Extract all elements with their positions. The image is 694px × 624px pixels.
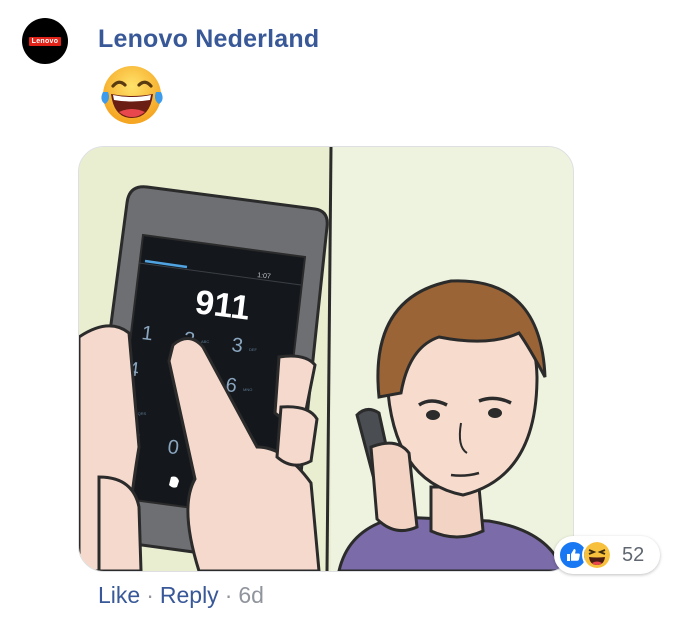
dial-display: 911 — [193, 283, 252, 327]
reactions-summary[interactable]: 52 — [554, 536, 660, 574]
like-link[interactable]: Like — [98, 582, 140, 608]
haha-icon — [582, 540, 612, 570]
laughing-tears-emoji — [101, 66, 163, 124]
reaction-count: 52 — [622, 544, 645, 566]
author-name[interactable]: Lenovo Nederland — [98, 25, 319, 54]
author-avatar[interactable]: Lenovo — [22, 18, 68, 64]
lenovo-logo: Lenovo — [28, 36, 62, 46]
hand-illustration — [79, 324, 321, 571]
comment-timestamp[interactable]: 6d — [238, 582, 264, 608]
separator: · — [146, 582, 154, 608]
key-sub-abc: ABC — [201, 339, 209, 344]
key-sub-mno: MNO — [243, 387, 252, 392]
key-sub-def: DEF — [249, 347, 258, 352]
reply-link[interactable]: Reply — [160, 582, 219, 608]
comment-actions: Like · Reply · 6d — [98, 582, 264, 609]
separator: · — [224, 582, 233, 608]
attached-image[interactable]: 911 1:07 1 2 3 4 6 7 * 0 ABC DEF MNO PQR… — [78, 146, 574, 572]
